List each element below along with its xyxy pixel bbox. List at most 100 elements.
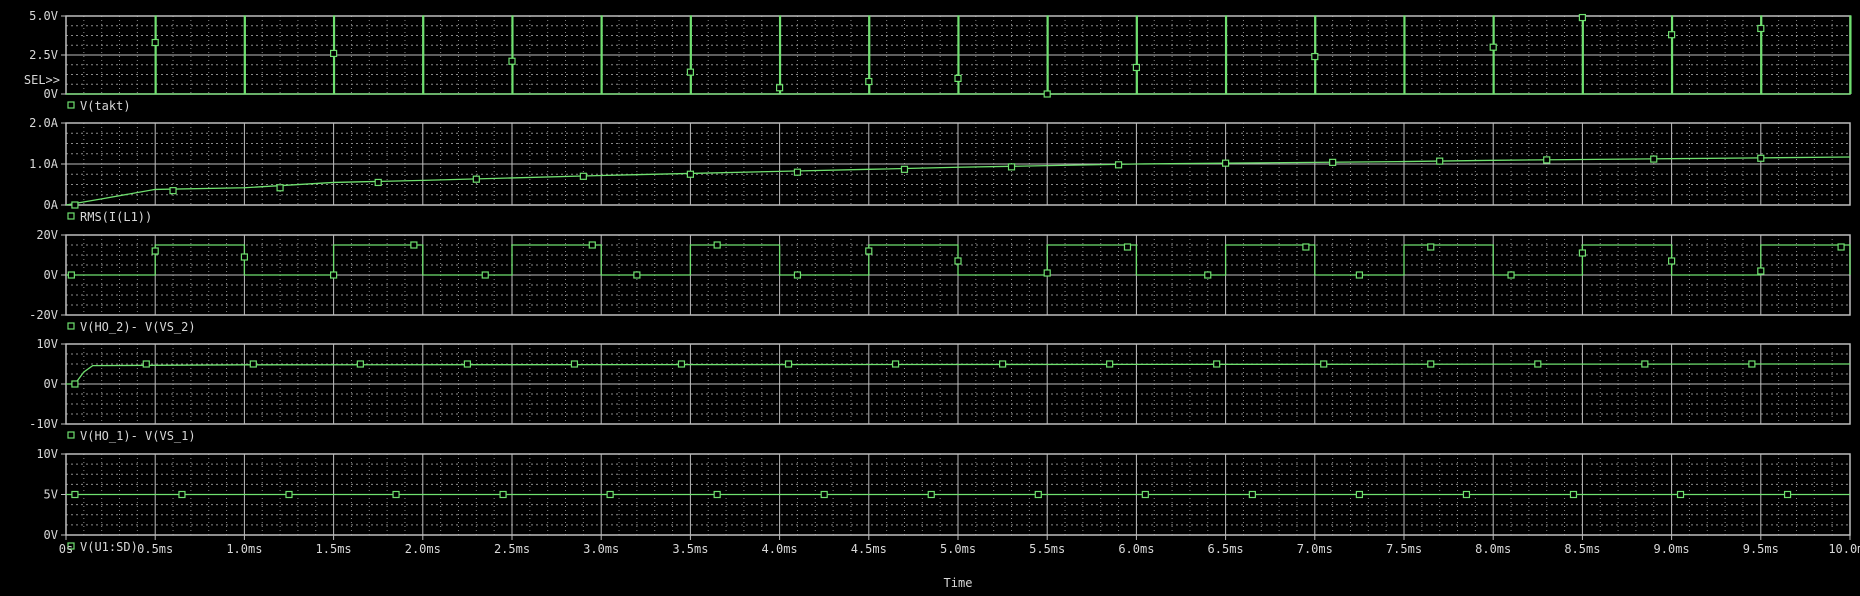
data-point-marker xyxy=(677,360,686,368)
data-point-marker xyxy=(1007,163,1016,171)
y-tick-label: 0V xyxy=(44,377,58,391)
x-tick-label: 7.0ms xyxy=(1297,542,1333,556)
y-tick-label: 0A xyxy=(44,198,59,212)
data-point-marker xyxy=(1427,360,1435,368)
y-tick-label: 1.0A xyxy=(29,157,59,171)
data-point-marker xyxy=(392,490,400,499)
data-point-marker xyxy=(633,271,641,279)
data-point-marker xyxy=(570,360,579,368)
data-point-marker xyxy=(276,184,284,192)
y-tick-label: 0V xyxy=(44,268,58,282)
selection-marker: SEL>> xyxy=(24,73,60,87)
data-point-marker xyxy=(927,490,935,499)
waveform-plot[interactable]: 5.0V 2.5V 0V V(takt) 2.0A 1.0A 0A RMS(I(L1)) 20V… xyxy=(0,0,1860,591)
data-point-marker xyxy=(1534,360,1542,368)
data-point-marker xyxy=(71,201,79,209)
legend-label: V(HO_2)- V(VS_2) xyxy=(80,320,196,334)
data-point-marker xyxy=(249,360,257,368)
data-point-marker xyxy=(151,38,159,47)
y-tick-label: 20V xyxy=(36,228,58,242)
legend-marker xyxy=(67,322,75,330)
data-point-marker xyxy=(1489,43,1497,51)
y-tick-label: 0V xyxy=(44,87,58,101)
data-point-marker xyxy=(793,168,802,176)
x-tick-label: 2.0ms xyxy=(405,542,441,556)
y-tick-label: 2.5V xyxy=(29,48,58,62)
data-point-marker xyxy=(285,490,293,499)
data-point-marker xyxy=(1462,490,1471,499)
data-point-marker xyxy=(508,57,516,65)
data-point-marker xyxy=(374,178,382,187)
y-tick-label: -10V xyxy=(29,417,58,431)
legend-marker xyxy=(67,431,75,439)
data-point-marker xyxy=(1676,490,1685,499)
data-point-marker xyxy=(1667,31,1676,39)
x-axis-label: Time xyxy=(944,576,973,590)
data-point-marker xyxy=(1569,490,1578,499)
data-point-marker xyxy=(579,172,587,180)
data-point-marker xyxy=(820,490,828,499)
data-point-marker xyxy=(1114,161,1123,169)
data-point-marker xyxy=(1757,267,1765,275)
data-point-marker xyxy=(1123,243,1132,251)
x-tick-label: 9.5ms xyxy=(1743,542,1779,556)
data-point-marker xyxy=(588,241,596,249)
x-tick-label: 5.5ms xyxy=(1029,542,1065,556)
data-point-marker xyxy=(1783,490,1792,499)
data-point-marker xyxy=(865,77,873,86)
x-tick-label: 8.0ms xyxy=(1475,542,1511,556)
data-point-marker xyxy=(356,360,364,368)
data-point-marker xyxy=(1667,257,1676,265)
data-point-marker xyxy=(1436,157,1444,165)
data-point-marker xyxy=(954,74,962,83)
x-tick-label: 1.0ms xyxy=(226,542,262,556)
legend-label: V(takt) xyxy=(80,99,131,113)
data-point-marker xyxy=(1320,360,1328,368)
x-tick-label: 7.5ms xyxy=(1386,542,1422,556)
legend-label: RMS(I(L1)) xyxy=(80,210,152,224)
data-point-marker xyxy=(606,490,614,499)
x-tick-label: 0s xyxy=(59,542,73,556)
data-point-marker xyxy=(713,490,721,499)
data-point-marker xyxy=(1837,243,1845,251)
y-tick-label: -20V xyxy=(29,308,58,322)
data-point-marker xyxy=(1141,490,1149,499)
data-point-marker xyxy=(1329,158,1337,166)
x-tick-label: 6.5ms xyxy=(1208,542,1244,556)
data-point-marker xyxy=(1578,13,1587,22)
legend-marker xyxy=(67,212,75,220)
y-tick-label: 5.0V xyxy=(29,9,58,23)
legend-label: V(U1:SD) xyxy=(80,540,138,554)
data-point-marker xyxy=(1578,249,1587,257)
data-point-marker xyxy=(1650,155,1658,163)
data-point-marker xyxy=(1132,63,1141,72)
data-point-marker xyxy=(1204,271,1212,279)
data-point-marker xyxy=(1213,360,1221,368)
data-point-marker xyxy=(686,170,695,178)
data-point-marker xyxy=(67,271,75,279)
data-point-marker xyxy=(998,360,1007,368)
x-tick-label: 0.5ms xyxy=(137,542,173,556)
data-point-marker xyxy=(1355,490,1364,499)
x-tick-label: 4.5ms xyxy=(851,542,887,556)
data-point-marker xyxy=(775,84,784,92)
data-point-marker xyxy=(472,175,480,183)
legend-label: V(HO_1)- V(VS_1) xyxy=(80,429,196,443)
x-tick-label: 9.0ms xyxy=(1654,542,1690,556)
data-point-marker xyxy=(240,253,248,261)
data-point-marker xyxy=(151,247,159,255)
data-point-marker xyxy=(410,241,418,249)
x-tick-label: 3.0ms xyxy=(583,542,619,556)
data-point-marker xyxy=(1757,24,1765,33)
probe-window: 5.0V 2.5V 0V V(takt) 2.0A 1.0A 0A RMS(I(L1)) 20V… xyxy=(0,0,1860,591)
data-point-marker xyxy=(330,49,338,58)
data-point-marker xyxy=(178,490,186,499)
x-tick-label: 4.0ms xyxy=(762,542,798,556)
data-point-marker xyxy=(1641,360,1649,368)
data-point-marker xyxy=(900,165,909,173)
data-point-marker xyxy=(1106,360,1114,368)
y-tick-label: 10V xyxy=(36,447,58,461)
data-point-marker xyxy=(865,247,873,255)
data-point-marker xyxy=(499,490,507,499)
data-point-marker xyxy=(891,360,900,368)
